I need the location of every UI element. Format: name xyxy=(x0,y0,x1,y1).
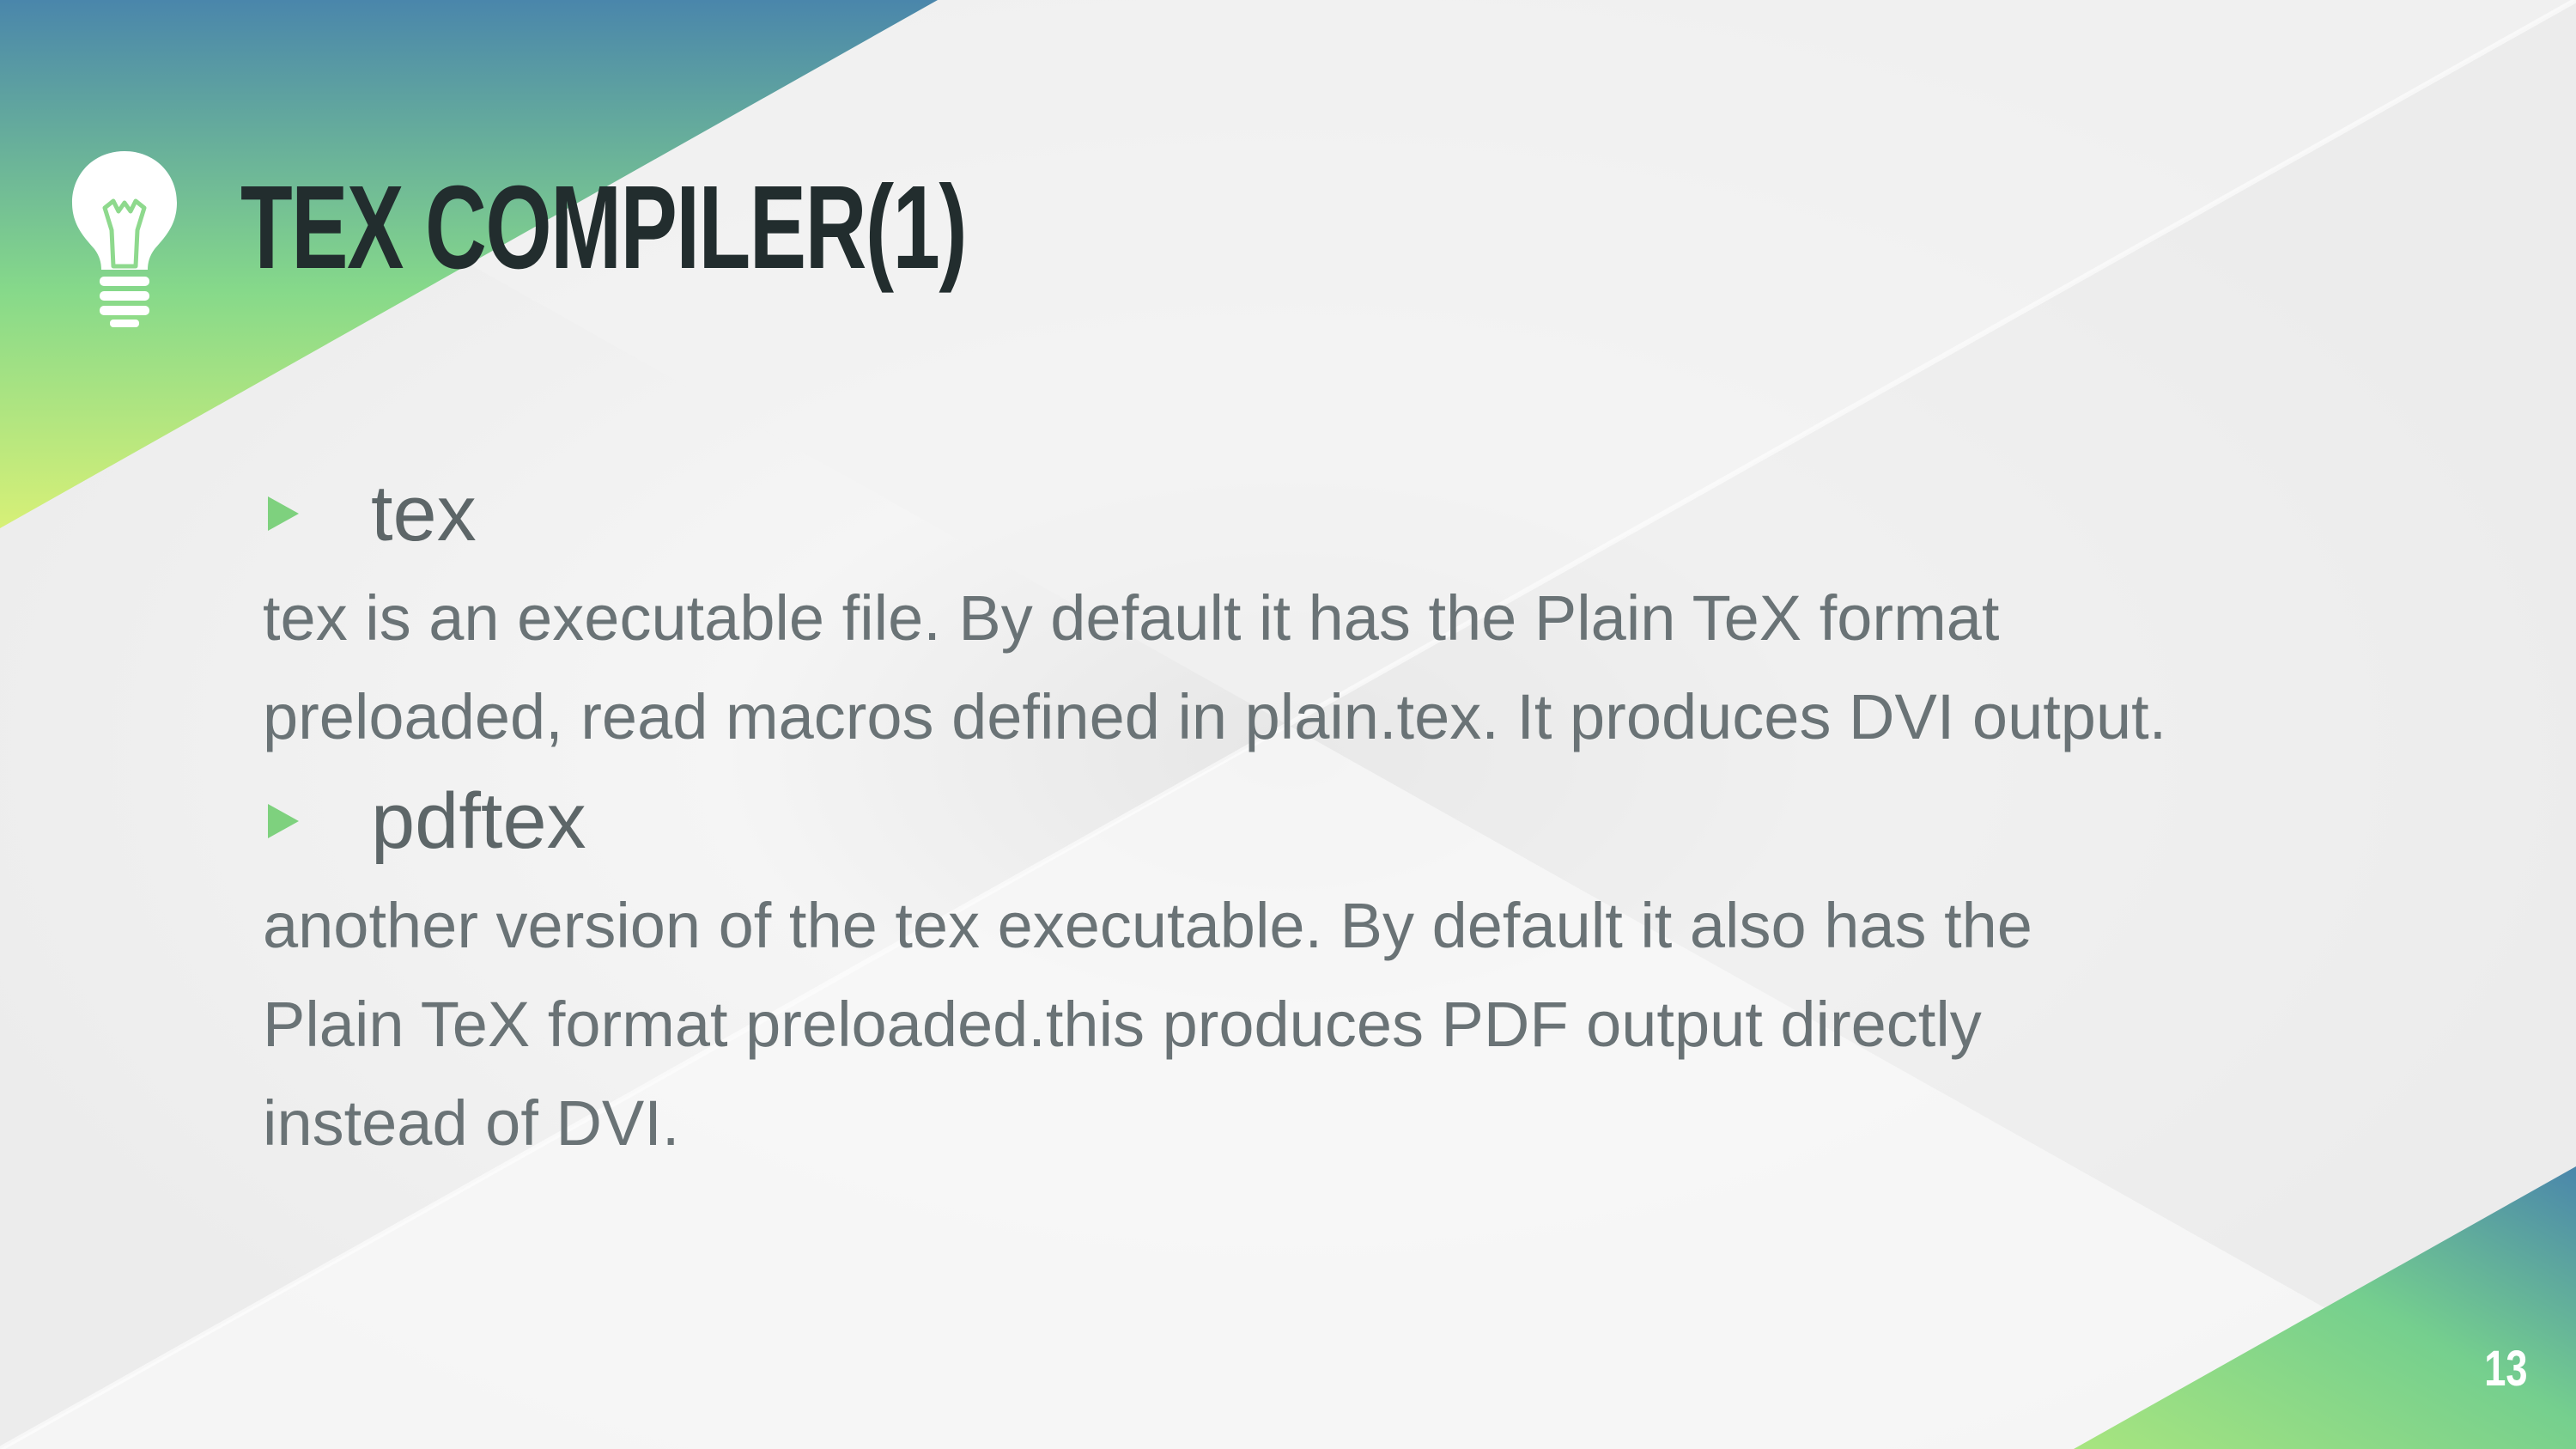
bullet-description-line: tex is an executable file. By default it… xyxy=(263,582,2000,654)
bullet-item-pdftex: pdftex another version of the tex execut… xyxy=(263,766,2375,1172)
bullet-title: tex xyxy=(371,470,477,557)
bullet-item-tex: tex tex is an executable file. By defaul… xyxy=(263,459,2375,766)
page-number: 13 xyxy=(2484,1341,2528,1397)
bullet-description-line: Plain TeX format preloaded.this produces… xyxy=(263,989,1982,1060)
triangle-bullet-icon xyxy=(268,804,299,838)
bullet-title: pdftex xyxy=(371,777,586,865)
bullet-header: pdftex xyxy=(263,766,2375,876)
bullet-header: tex xyxy=(263,459,2375,569)
lightbulb-icon xyxy=(72,151,177,327)
bullet-description-line: preloaded, read macros defined in plain.… xyxy=(263,681,2167,752)
slide: TEX COMPILER(1) tex tex is an executable… xyxy=(0,0,2576,1449)
bullet-list: tex tex is an executable file. By defaul… xyxy=(263,459,2375,1172)
bullet-description-line: instead of DVI. xyxy=(263,1087,680,1159)
triangle-bullet-icon xyxy=(268,496,299,531)
bullet-description-line: another version of the tex executable. B… xyxy=(263,890,2032,961)
slide-title: TEX COMPILER(1) xyxy=(240,161,968,294)
